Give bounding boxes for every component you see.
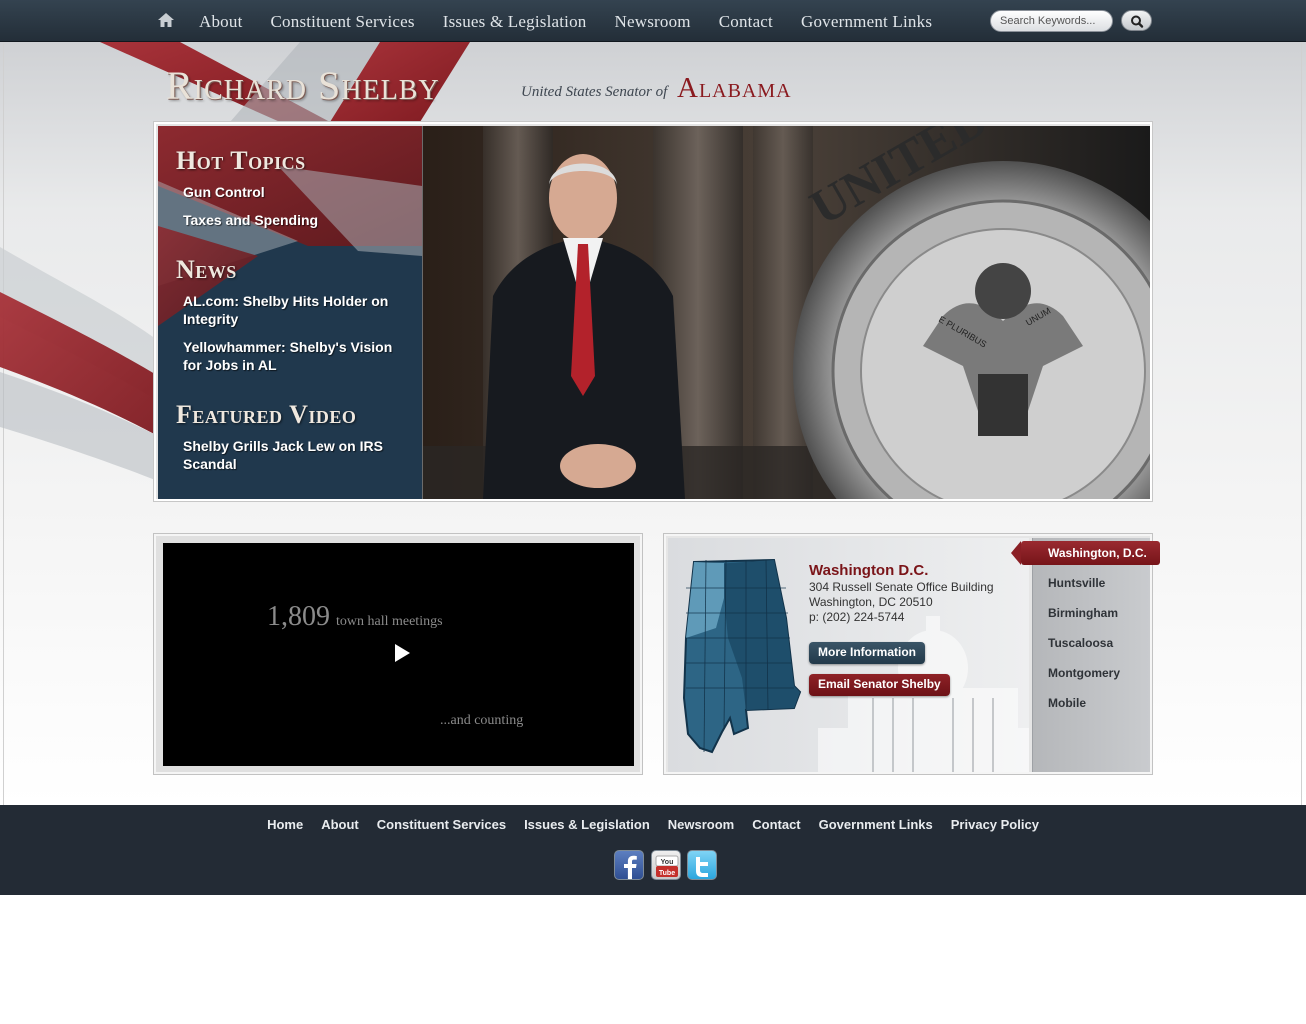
office-location-tabs: Washington, D.C. Huntsville Birmingham T…: [1011, 538, 1160, 772]
tab-tuscaloosa[interactable]: Tuscaloosa: [1048, 631, 1113, 655]
footer-link-constituent-services[interactable]: Constituent Services: [377, 817, 506, 832]
office-locations-panel: Washington D.C. 304 Russell Senate Offic…: [663, 533, 1160, 775]
and-counting-text: ...and counting: [440, 713, 524, 728]
footer-link-privacy-policy[interactable]: Privacy Policy: [951, 817, 1039, 832]
news-heading: News: [176, 255, 237, 284]
hero-sidebar: Hot Topics Gun Control Taxes and Spendin…: [158, 126, 422, 499]
office-phone: p: (202) 224-5744: [809, 610, 905, 624]
footer-link-about[interactable]: About: [321, 817, 359, 832]
email-senator-button[interactable]: Email Senator Shelby: [809, 674, 950, 696]
news-link[interactable]: AL.com: Shelby Hits Holder on Integrity: [183, 292, 413, 328]
facebook-icon[interactable]: [614, 850, 644, 880]
alabama-map[interactable]: [676, 558, 804, 754]
office-address-line: 304 Russell Senate Office Building: [809, 580, 994, 594]
tab-birmingham[interactable]: Birmingham: [1048, 601, 1118, 625]
home-icon[interactable]: [157, 11, 175, 29]
tab-huntsville[interactable]: Huntsville: [1048, 571, 1105, 595]
tab-mobile[interactable]: Mobile: [1048, 691, 1086, 715]
town-hall-label: town hall meetings: [336, 614, 443, 629]
hot-topic-link[interactable]: Gun Control: [183, 183, 413, 201]
senator-name-logo[interactable]: Richard Shelby: [166, 62, 440, 109]
play-icon[interactable]: [393, 643, 411, 663]
office-name: Washington D.C.: [809, 562, 929, 579]
hot-topics-heading: Hot Topics: [176, 146, 306, 175]
svg-text:You: You: [661, 859, 674, 866]
nav-constituent-services[interactable]: Constituent Services: [257, 0, 429, 42]
logo-state: Alabama: [677, 72, 792, 104]
footer-link-home[interactable]: Home: [267, 817, 303, 832]
featured-video-link[interactable]: Shelby Grills Jack Lew on IRS Scandal: [183, 437, 413, 473]
video-panel: 1,809 town hall meetings ...and counting: [153, 533, 643, 775]
footer-link-issues-legislation[interactable]: Issues & Legislation: [524, 817, 650, 832]
nav-government-links[interactable]: Government Links: [787, 0, 946, 42]
main-nav-links: About Constituent Services Issues & Legi…: [185, 0, 946, 42]
footer-link-newsroom[interactable]: Newsroom: [668, 817, 734, 832]
nav-about[interactable]: About: [185, 0, 257, 42]
office-details: Washington D.C. 304 Russell Senate Offic…: [668, 538, 1029, 772]
footer: Home About Constituent Services Issues &…: [0, 805, 1306, 895]
hero-photo: UNITED STATES E PLURIBUS UNUM: [422, 126, 1150, 499]
search-button[interactable]: [1121, 10, 1152, 31]
video-player[interactable]: 1,809 town hall meetings ...and counting: [163, 543, 634, 766]
footer-links: Home About Constituent Services Issues &…: [0, 817, 1306, 832]
footer-link-contact[interactable]: Contact: [752, 817, 800, 832]
youtube-icon[interactable]: Tube You: [651, 850, 681, 880]
nav-newsroom[interactable]: Newsroom: [601, 0, 705, 42]
featured-video-heading: Featured Video: [176, 400, 357, 429]
hero-panel: Hot Topics Gun Control Taxes and Spendin…: [153, 121, 1153, 502]
nav-issues-legislation[interactable]: Issues & Legislation: [429, 0, 601, 42]
twitter-icon[interactable]: [687, 850, 717, 880]
office-address-line: Washington, DC 20510: [809, 595, 933, 609]
top-navigation: About Constituent Services Issues & Legi…: [0, 0, 1306, 42]
senator-portrait-image: UNITED STATES E PLURIBUS UNUM: [423, 126, 1150, 499]
search-icon: [1131, 15, 1144, 28]
hot-topic-link[interactable]: Taxes and Spending: [183, 211, 413, 229]
svg-text:Tube: Tube: [659, 870, 675, 877]
more-information-button[interactable]: More Information: [809, 642, 925, 664]
footer-link-government-links[interactable]: Government Links: [819, 817, 933, 832]
logo-subtitle: United States Senator of: [521, 84, 668, 100]
town-hall-count: 1,809: [267, 601, 330, 632]
tab-montgomery[interactable]: Montgomery: [1048, 661, 1120, 685]
search-input[interactable]: [990, 10, 1113, 32]
news-link[interactable]: Yellowhammer: Shelby's Vision for Jobs i…: [183, 338, 413, 374]
nav-contact[interactable]: Contact: [705, 0, 787, 42]
tab-washington-dc[interactable]: Washington, D.C.: [1011, 541, 1160, 565]
